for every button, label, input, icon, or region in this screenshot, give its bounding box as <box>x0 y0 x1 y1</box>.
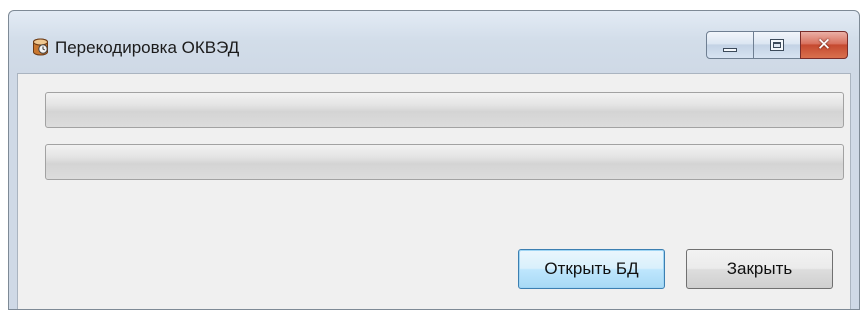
minimize-icon <box>723 48 737 52</box>
app-database-icon <box>31 38 50 57</box>
client-area: Открыть БД Закрыть <box>17 73 851 309</box>
minimize-button[interactable] <box>706 31 754 59</box>
close-icon: ✕ <box>816 35 832 55</box>
progress-bar-1 <box>45 92 844 128</box>
close-window-button[interactable]: ✕ <box>800 31 848 59</box>
progress-bar-2 <box>45 144 844 180</box>
main-window: Перекодировка ОКВЭД ✕ Открыть БД Закрыть <box>8 10 860 310</box>
maximize-icon <box>770 39 784 51</box>
title-bar[interactable]: Перекодировка ОКВЭД ✕ <box>9 11 859 69</box>
open-database-button[interactable]: Открыть БД <box>518 249 665 289</box>
maximize-button[interactable] <box>753 31 801 59</box>
caption-buttons: ✕ <box>706 31 848 59</box>
window-title: Перекодировка ОКВЭД <box>55 38 240 57</box>
close-button[interactable]: Закрыть <box>686 249 833 289</box>
